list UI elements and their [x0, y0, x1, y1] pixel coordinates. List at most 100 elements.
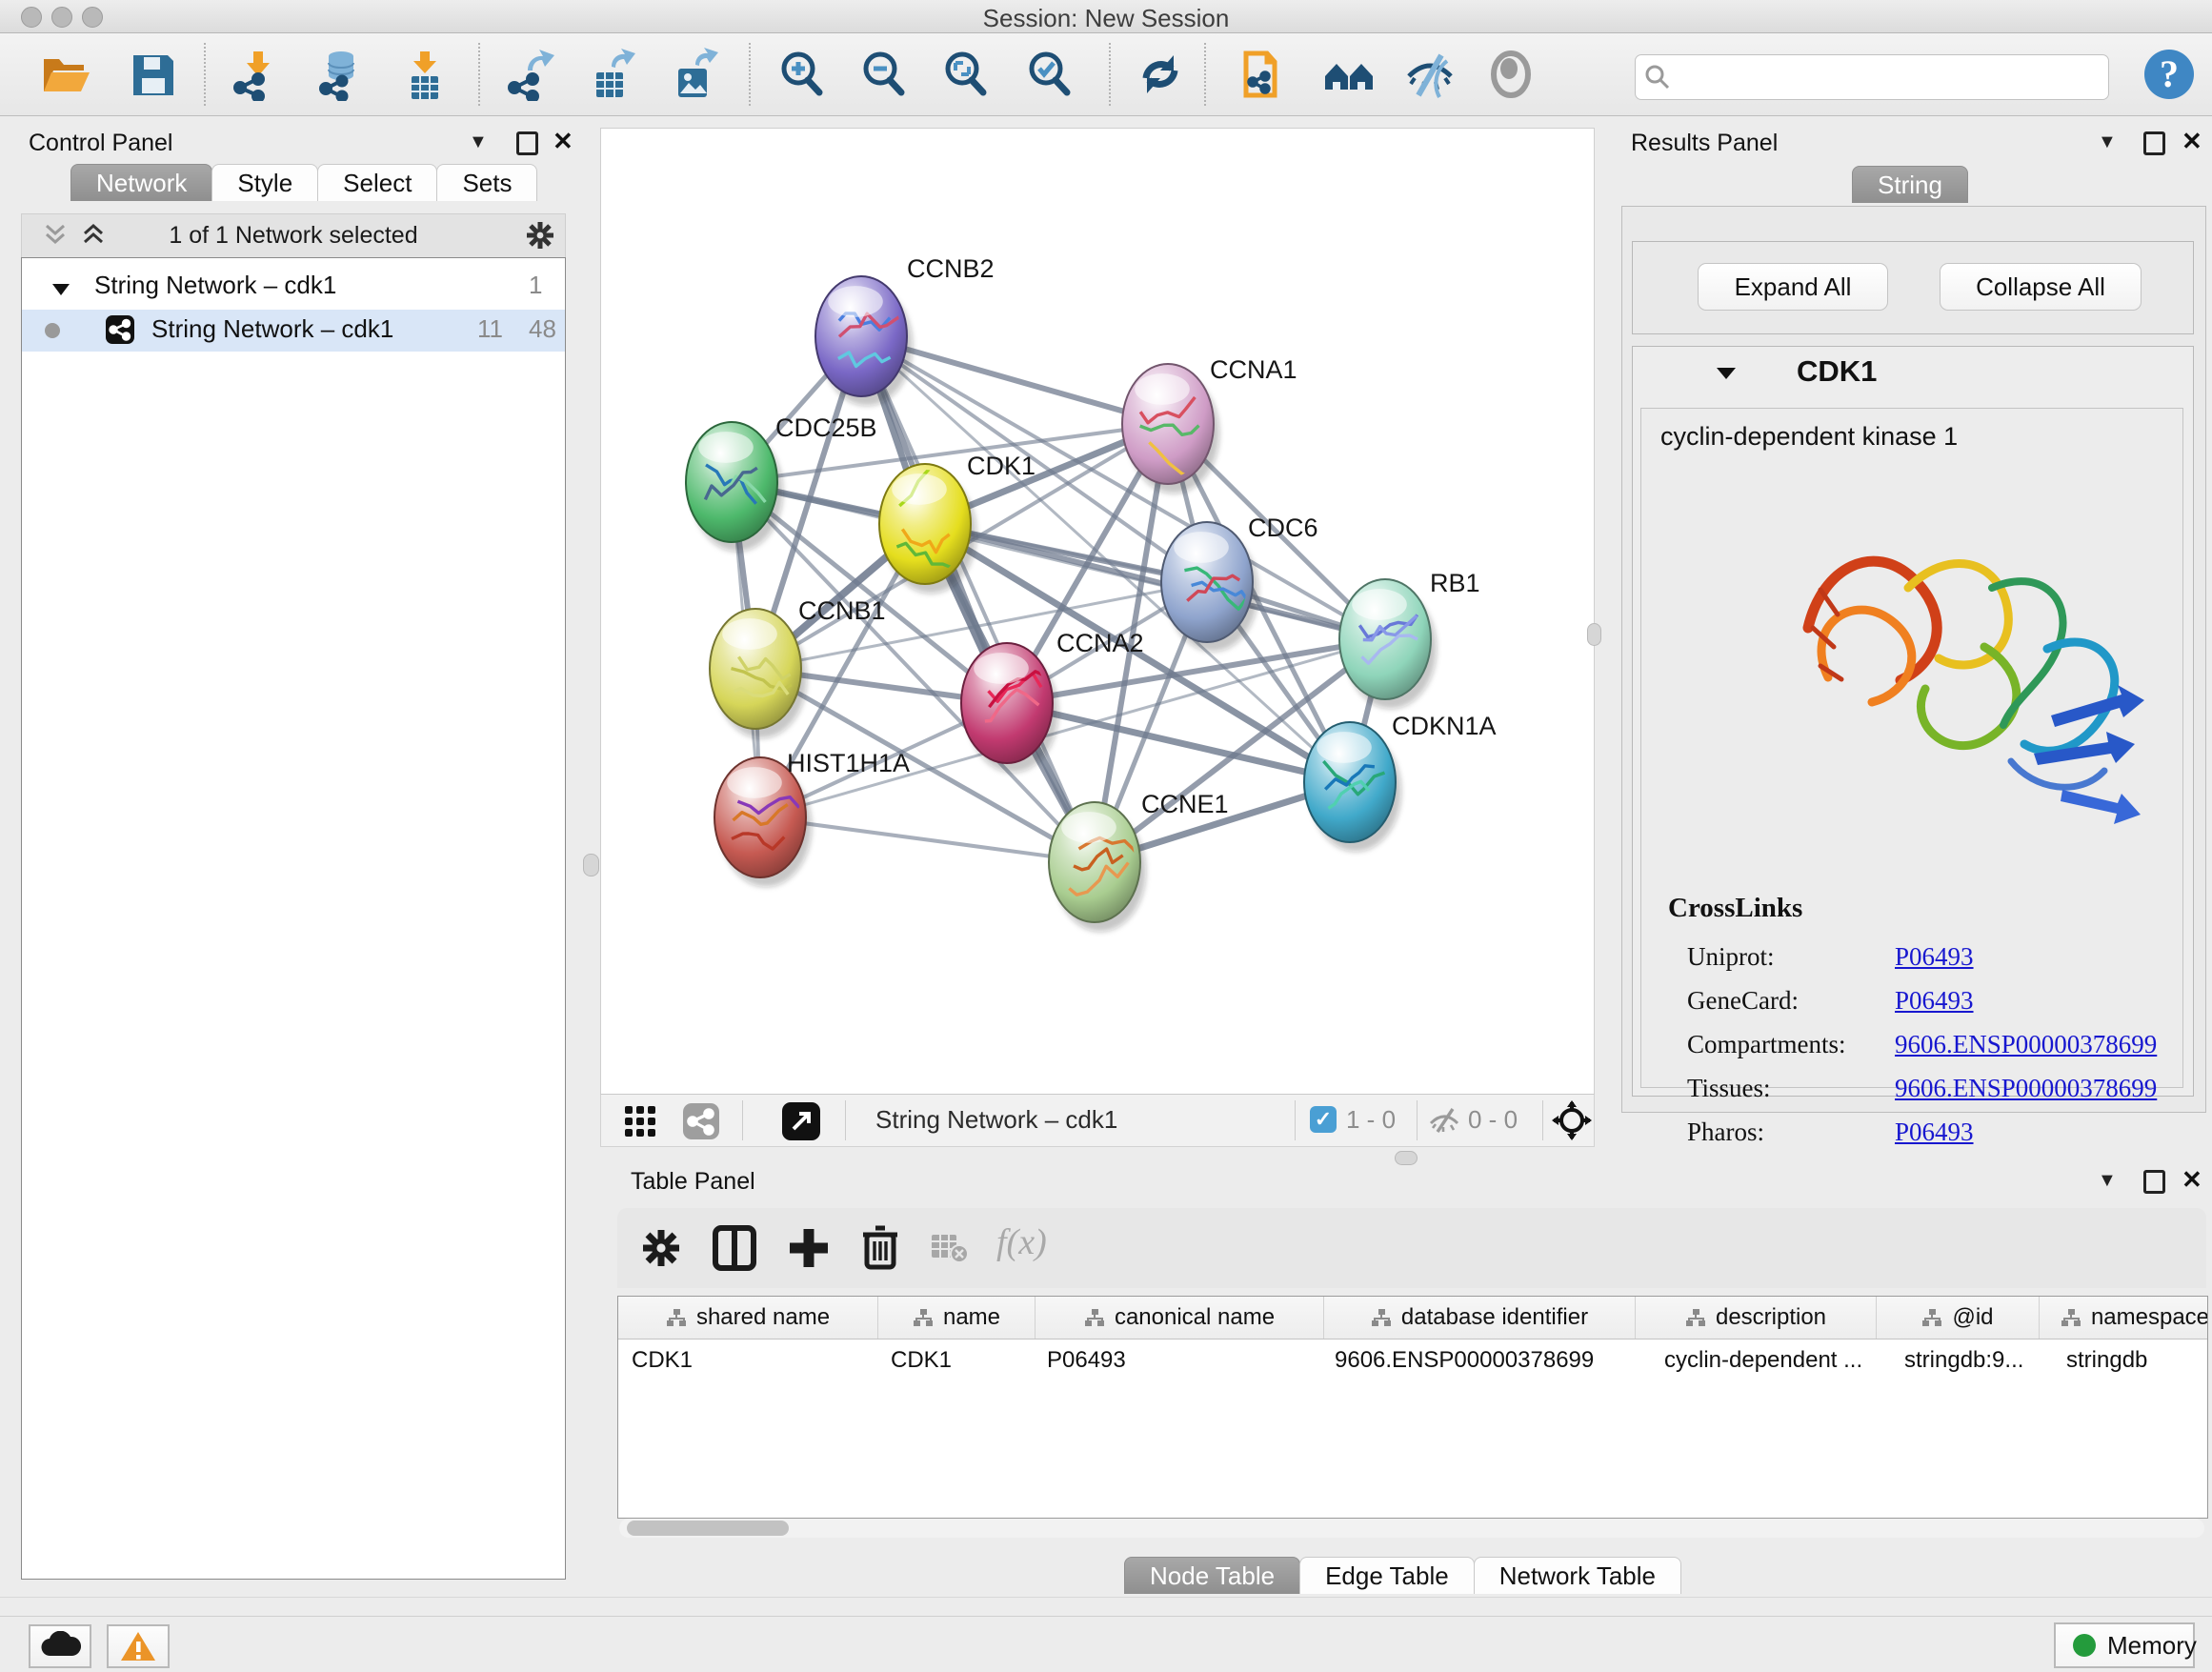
column-header-canonical-name[interactable]: canonical name — [1036, 1297, 1324, 1339]
import-network-from-file-icon[interactable] — [229, 48, 282, 101]
export-table-to-file-icon[interactable] — [585, 48, 638, 101]
refresh-icon[interactable] — [1134, 48, 1187, 101]
node-CCNA2[interactable]: CCNA2 — [961, 629, 1144, 773]
select-columns-icon[interactable] — [713, 1225, 756, 1276]
first-neighbors-icon[interactable] — [1322, 48, 1376, 101]
show-all-eye-icon[interactable] — [1484, 48, 1538, 101]
column-header-name[interactable]: name — [878, 1297, 1036, 1339]
edge-CCNA2-CDKN1A[interactable] — [1007, 703, 1350, 782]
network-share-icon[interactable] — [683, 1103, 719, 1139]
table-horizontal-scrollbar[interactable] — [619, 1519, 2204, 1538]
right-splitter-handle[interactable] — [1587, 623, 1601, 646]
function-builder-icon[interactable]: f(x) — [996, 1221, 1047, 1263]
column-header--id[interactable]: @id — [1877, 1297, 2040, 1339]
node-CCNE1[interactable]: CCNE1 — [1049, 790, 1229, 932]
tab-edge-table[interactable]: Edge Table — [1299, 1557, 1475, 1594]
entry-detail-box: cyclin-dependent kinase 1 — [1640, 408, 2183, 1088]
expand-all-button[interactable]: Expand All — [1698, 263, 1888, 311]
network-canvas[interactable]: CCNB2 CCNA1 CDC25BCDK1 CDC6RB1 CCNB1 CCNA2 CDK… — [600, 128, 1595, 1096]
svg-text:?: ? — [2160, 52, 2179, 95]
tab-node-table[interactable]: Node Table — [1124, 1557, 1300, 1594]
node-CDKN1A[interactable]: CDKN1A — [1304, 712, 1497, 852]
column-header-namespace[interactable]: namespace — [2040, 1297, 2208, 1339]
table-settings-gear-icon[interactable] — [640, 1227, 682, 1274]
tab-string[interactable]: String — [1852, 166, 1968, 203]
network-graph[interactable]: CCNB2 CCNA1 CDC25BCDK1 CDC6RB1 CCNB1 CCNA2 CDK… — [601, 129, 1594, 1095]
help-icon[interactable]: ? — [2142, 47, 2195, 100]
results-panel-float-icon[interactable] — [2143, 131, 2165, 155]
export-network-to-file-icon[interactable] — [503, 48, 556, 101]
gear-icon[interactable] — [525, 220, 555, 257]
crosslink-link[interactable]: 9606.ENSP00000378699 — [1895, 1074, 2157, 1103]
edge-CCNB2-CCNE1[interactable] — [861, 336, 1095, 862]
node-RB1[interactable]: RB1 — [1339, 569, 1480, 709]
entry-collapse-icon[interactable] — [1715, 364, 1738, 388]
tab-sets[interactable]: Sets — [436, 164, 537, 201]
tab-style[interactable]: Style — [211, 164, 318, 201]
control-panel-float-icon[interactable] — [516, 131, 538, 155]
node-HIST1H1A[interactable]: HIST1H1A — [714, 749, 910, 887]
node-CCNB1[interactable]: CCNB1 — [710, 596, 886, 738]
table-panel-float-icon[interactable] — [2143, 1170, 2165, 1194]
import-table-from-file-icon[interactable] — [398, 48, 452, 101]
node-CCNB2[interactable]: CCNB2 — [815, 254, 995, 406]
crosslink-link[interactable]: P06493 — [1895, 986, 1974, 1016]
left-splitter-handle[interactable] — [583, 854, 599, 876]
column-header-shared-name[interactable]: shared name — [618, 1297, 878, 1339]
column-header-database-identifier[interactable]: database identifier — [1324, 1297, 1636, 1339]
share-file-icon[interactable] — [1237, 48, 1290, 101]
hide-selected-eye-icon[interactable] — [1403, 48, 1457, 101]
warning-status-button[interactable] — [107, 1624, 170, 1668]
tab-network[interactable]: Network — [70, 164, 212, 201]
table-panel-menu-icon[interactable]: ▼ — [2098, 1170, 2117, 1192]
open-in-window-icon[interactable] — [782, 1102, 820, 1140]
node-CDC25B[interactable]: CDC25B — [686, 413, 877, 552]
results-panel-menu-icon[interactable]: ▼ — [2098, 131, 2117, 153]
add-column-plus-icon[interactable] — [787, 1225, 831, 1276]
zoom-in-icon[interactable] — [775, 48, 829, 101]
node-CDK1[interactable]: CDK1 — [879, 452, 1036, 594]
node-CCNA1[interactable]: CCNA1 — [1122, 355, 1297, 494]
collapse-all-button[interactable]: Collapse All — [1940, 263, 2142, 311]
search-field[interactable] — [1635, 54, 2109, 100]
table-row[interactable]: CDK1CDK1P064939606.ENSP00000378699cyclin… — [618, 1340, 2207, 1381]
results-panel-close-icon[interactable]: ✕ — [2182, 131, 2202, 151]
divider — [0, 1597, 2212, 1598]
delete-column-trash-icon[interactable] — [859, 1223, 901, 1276]
node-CDC6[interactable]: CDC6 — [1161, 514, 1318, 652]
export-image-icon[interactable] — [667, 48, 720, 101]
cloud-status-button[interactable] — [29, 1624, 91, 1668]
network-row-selected[interactable]: String Network – cdk1 11 48 — [22, 310, 565, 352]
open-session-icon[interactable] — [38, 48, 91, 101]
zoom-fit-icon[interactable] — [939, 48, 993, 101]
import-network-from-database-icon[interactable] — [312, 48, 366, 101]
delete-table-icon[interactable] — [930, 1233, 968, 1270]
save-session-icon[interactable] — [126, 48, 179, 101]
grid-view-icon[interactable] — [624, 1105, 656, 1142]
column-header-description[interactable]: description — [1636, 1297, 1877, 1339]
node-table[interactable]: shared namenamecanonical namedatabase id… — [617, 1296, 2208, 1519]
control-panel-menu-icon[interactable]: ▼ — [469, 131, 488, 153]
zoom-out-icon[interactable] — [857, 48, 911, 101]
tab-select[interactable]: Select — [317, 164, 437, 201]
crosslink-link[interactable]: 9606.ENSP00000378699 — [1895, 1030, 2157, 1059]
sitemap-icon — [1921, 1308, 1942, 1327]
crosslink-link[interactable]: P06493 — [1895, 942, 1974, 972]
search-input[interactable] — [1678, 59, 2101, 95]
control-panel-close-icon[interactable]: ✕ — [553, 131, 573, 151]
hidden-eye-icon[interactable] — [1428, 1106, 1460, 1139]
tree-expand-icon[interactable] — [50, 275, 71, 305]
selected-checkbox-icon[interactable]: ✓ — [1310, 1106, 1337, 1133]
scrollbar-thumb[interactable] — [627, 1521, 789, 1536]
table-tabs: Node TableEdge TableNetwork Table — [1124, 1557, 1680, 1594]
birds-eye-crosshair-icon[interactable] — [1552, 1100, 1592, 1145]
tab-network-table[interactable]: Network Table — [1474, 1557, 1681, 1594]
crosslink-link[interactable]: P06493 — [1895, 1118, 1974, 1147]
zoom-selected-icon[interactable] — [1023, 48, 1076, 101]
memory-button[interactable]: Memory — [2054, 1622, 2195, 1668]
entry-name: CDK1 — [1797, 354, 1877, 389]
network-collection-row[interactable]: String Network – cdk1 1 — [22, 266, 565, 308]
search-icon — [1645, 65, 1670, 90]
horizontal-splitter-handle[interactable] — [1395, 1151, 1418, 1165]
table-panel-close-icon[interactable]: ✕ — [2182, 1170, 2202, 1189]
